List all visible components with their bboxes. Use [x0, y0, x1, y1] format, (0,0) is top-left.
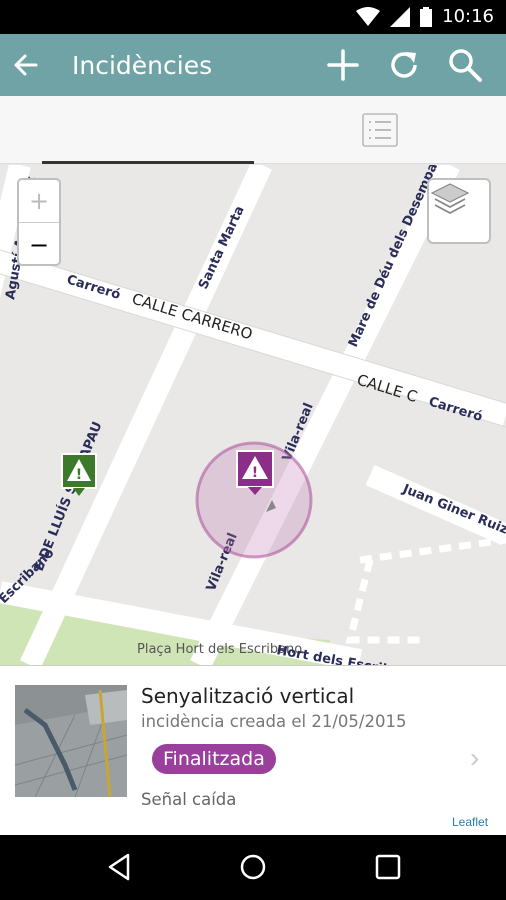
status-bar: 10:16	[0, 0, 506, 34]
search-icon[interactable]	[446, 46, 484, 84]
zoom-in-button[interactable]: +	[19, 180, 59, 223]
app-bar: Incidències	[0, 34, 506, 96]
street-label-santa-marta: Santa Marta	[196, 204, 248, 292]
incident-description: Señal caída	[141, 790, 237, 809]
cell-signal-icon	[390, 6, 411, 27]
back-arrow-icon[interactable]	[8, 47, 44, 83]
map-view[interactable]: Agustí Agramunt Carreró CALLE CARRERO Sa…	[0, 165, 506, 665]
tab-indicator	[42, 161, 254, 164]
incident-card[interactable]: Senyalització vertical incidència creada…	[0, 665, 506, 835]
zoom-control: + −	[17, 178, 61, 266]
leaflet-attribution[interactable]: Leaflet	[452, 815, 488, 829]
svg-text:!: !	[76, 467, 82, 483]
incident-date: incidència creada el 21/05/2015	[141, 712, 407, 731]
street-label-juan-giner: Juan Giner Ruiz	[400, 481, 506, 537]
tab-list[interactable]	[253, 96, 506, 164]
recents-nav-icon[interactable]	[370, 849, 406, 885]
layers-button[interactable]	[427, 178, 491, 244]
page-title: Incidències	[72, 51, 213, 80]
wifi-icon	[356, 6, 381, 26]
navigation-bar	[0, 835, 506, 900]
layers-icon	[430, 183, 470, 215]
status-badge: Finalitzada	[152, 744, 276, 774]
incident-title: Senyalització vertical	[141, 684, 355, 708]
zoom-out-button[interactable]: −	[19, 223, 59, 266]
chevron-right-icon: ›	[470, 742, 480, 773]
svg-text:!: !	[252, 465, 258, 481]
battery-icon	[420, 6, 433, 27]
back-nav-icon[interactable]	[102, 849, 138, 885]
incident-photo	[15, 685, 127, 797]
view-tabs	[0, 96, 506, 761]
clock: 10:16	[442, 6, 494, 27]
add-icon[interactable]	[324, 46, 362, 84]
refresh-icon[interactable]	[385, 46, 423, 84]
list-icon	[361, 113, 398, 147]
building-outline	[345, 536, 506, 644]
home-nav-icon[interactable]	[235, 849, 271, 885]
